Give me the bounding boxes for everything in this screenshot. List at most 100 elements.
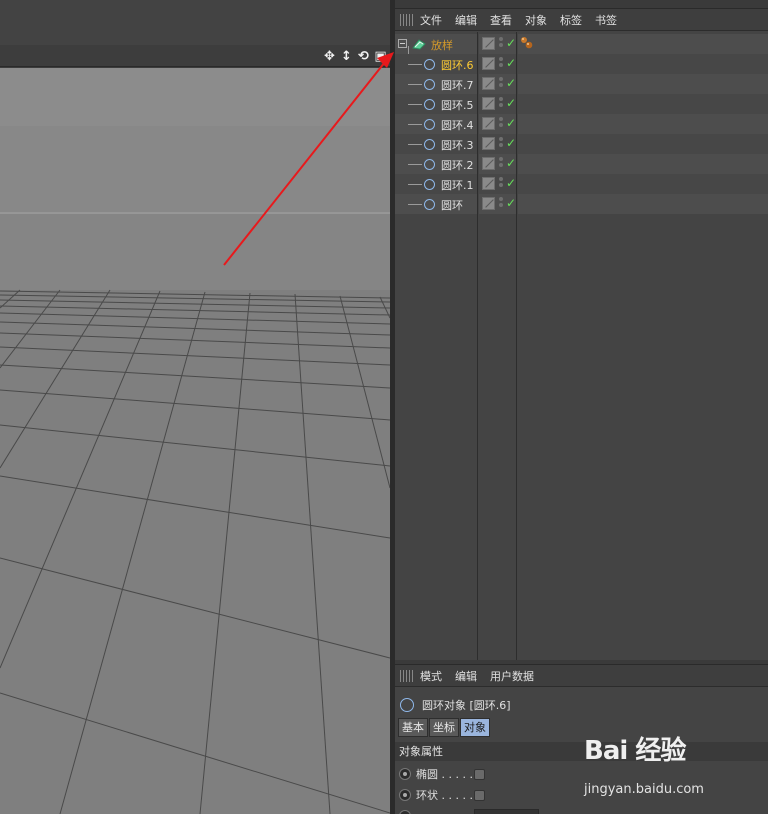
object-label: 圆环.1 bbox=[441, 179, 474, 192]
visibility-dots-icon[interactable] bbox=[499, 57, 504, 71]
radius-field[interactable] bbox=[474, 808, 539, 814]
am-object-title: 圆环对象 [圆环.6] bbox=[395, 694, 768, 716]
watermark-url: jingyan.baidu.com bbox=[584, 782, 704, 797]
layer-icon[interactable] bbox=[482, 37, 495, 50]
om-menubar: 文件 编辑 查看 对象 标签 书签 bbox=[395, 9, 768, 31]
object-flags-column: ✓ ✓ ✓ ✓ ✓ ✓ ✓ ✓ ✓ bbox=[479, 32, 517, 660]
menu-bookmarks[interactable]: 书签 bbox=[595, 12, 617, 28]
layer-icon[interactable] bbox=[482, 117, 495, 130]
enabled-check-icon[interactable]: ✓ bbox=[506, 156, 516, 170]
enabled-check-icon[interactable]: ✓ bbox=[506, 196, 516, 210]
circle-spline-icon bbox=[400, 698, 414, 712]
move-view-icon[interactable]: ✥ bbox=[322, 49, 337, 64]
c4d-window: ✥ ↕ ⟲ ▣ 文件 编辑 查看 对象 标签 书签 放样 圆环.6 圆环.7 圆… bbox=[0, 0, 768, 814]
visibility-dots-icon[interactable] bbox=[499, 157, 504, 171]
enabled-check-icon[interactable]: ✓ bbox=[506, 36, 516, 50]
menu-view[interactable]: 查看 bbox=[490, 12, 512, 28]
object-tags-column bbox=[518, 32, 768, 660]
object-row[interactable]: 圆环.6 bbox=[395, 54, 477, 74]
menu-edit[interactable]: 编辑 bbox=[455, 12, 477, 28]
enabled-check-icon[interactable]: ✓ bbox=[506, 136, 516, 150]
layer-icon[interactable] bbox=[482, 97, 495, 110]
viewport-header: ✥ ↕ ⟲ ▣ bbox=[0, 45, 390, 67]
flags-row: ✓ bbox=[479, 134, 516, 154]
object-label: 圆环.4 bbox=[441, 119, 474, 132]
am-title-text: 圆环对象 [圆环.6] bbox=[422, 699, 511, 712]
animation-radio-icon[interactable] bbox=[399, 789, 411, 801]
visibility-dots-icon[interactable] bbox=[499, 37, 504, 51]
object-row[interactable]: 圆环 bbox=[395, 194, 477, 214]
object-label: 圆环.3 bbox=[441, 139, 474, 152]
object-row[interactable]: 圆环.3 bbox=[395, 134, 477, 154]
tab-coordinates[interactable]: 坐标 bbox=[429, 718, 459, 737]
toggle-view-icon[interactable]: ▣ bbox=[373, 49, 388, 64]
am-tabs: 基本 坐标 对象 bbox=[398, 718, 490, 737]
circle-spline-icon bbox=[424, 59, 435, 70]
menu-mode[interactable]: 模式 bbox=[420, 668, 442, 684]
visibility-dots-icon[interactable] bbox=[499, 197, 504, 211]
grip-icon[interactable] bbox=[400, 669, 414, 682]
object-name-column: 放样 圆环.6 圆环.7 圆环.5 圆环.4 圆环.3 圆环.2 圆环.1 圆环 bbox=[395, 32, 478, 660]
layer-icon[interactable] bbox=[482, 57, 495, 70]
tab-object[interactable]: 对象 bbox=[460, 718, 490, 737]
tab-basic[interactable]: 基本 bbox=[398, 718, 428, 737]
menu-edit[interactable]: 编辑 bbox=[455, 668, 477, 684]
circle-spline-icon bbox=[424, 159, 435, 170]
object-row[interactable]: 圆环.5 bbox=[395, 94, 477, 114]
watermark: Bai 经验 jingyan.baidu.com bbox=[584, 730, 724, 800]
menu-tags[interactable]: 标签 bbox=[560, 12, 582, 28]
ellipse-checkbox[interactable] bbox=[474, 768, 485, 780]
object-label: 圆环 bbox=[441, 199, 463, 212]
viewport[interactable]: ✥ ↕ ⟲ ▣ bbox=[0, 0, 390, 814]
loft-icon bbox=[412, 39, 426, 50]
enabled-check-icon[interactable]: ✓ bbox=[506, 96, 516, 110]
flags-row: ✓ bbox=[479, 194, 516, 214]
prop-label: 环状 . . . . . bbox=[416, 789, 473, 802]
viewport-scene[interactable] bbox=[0, 68, 390, 814]
menu-objects[interactable]: 对象 bbox=[525, 12, 547, 28]
om-body: 放样 圆环.6 圆环.7 圆环.5 圆环.4 圆环.3 圆环.2 圆环.1 圆环… bbox=[395, 32, 768, 660]
visibility-dots-icon[interactable] bbox=[499, 177, 504, 191]
menu-file[interactable]: 文件 bbox=[420, 12, 442, 28]
layer-icon[interactable] bbox=[482, 137, 495, 150]
object-row[interactable]: 圆环.2 bbox=[395, 154, 477, 174]
enabled-check-icon[interactable]: ✓ bbox=[506, 176, 516, 190]
flags-row: ✓ bbox=[479, 114, 516, 134]
collapse-toggle-icon[interactable] bbox=[398, 39, 407, 48]
layer-icon[interactable] bbox=[482, 77, 495, 90]
circle-spline-icon bbox=[424, 199, 435, 210]
visibility-dots-icon[interactable] bbox=[499, 137, 504, 151]
animation-radio-icon[interactable] bbox=[399, 768, 411, 780]
object-label: 放样 bbox=[431, 39, 453, 52]
flags-row: ✓ bbox=[479, 174, 516, 194]
prop-ellipse: 椭圆 . . . . . bbox=[399, 765, 485, 783]
animation-radio-icon[interactable] bbox=[399, 810, 411, 814]
menu-user-data[interactable]: 用户数据 bbox=[490, 668, 534, 684]
object-row[interactable]: 圆环.1 bbox=[395, 174, 477, 194]
layer-icon[interactable] bbox=[482, 197, 495, 210]
object-manager: 文件 编辑 查看 对象 标签 书签 放样 圆环.6 圆环.7 圆环.5 圆环.4… bbox=[395, 8, 768, 660]
am-menubar: 模式 编辑 用户数据 bbox=[395, 665, 768, 687]
circle-spline-icon bbox=[424, 99, 435, 110]
object-label: 圆环.5 bbox=[441, 99, 474, 112]
ring-checkbox[interactable] bbox=[474, 789, 485, 801]
prop-label: 椭圆 . . . . . bbox=[416, 768, 473, 781]
enabled-check-icon[interactable]: ✓ bbox=[506, 116, 516, 130]
grip-icon[interactable] bbox=[400, 13, 414, 26]
enabled-check-icon[interactable]: ✓ bbox=[506, 56, 516, 70]
object-row[interactable]: 圆环.7 bbox=[395, 74, 477, 94]
circle-spline-icon bbox=[424, 179, 435, 190]
viewport-nav-icons: ✥ ↕ ⟲ ▣ bbox=[322, 45, 390, 67]
layer-icon[interactable] bbox=[482, 157, 495, 170]
zoom-view-icon[interactable]: ↕ bbox=[339, 49, 354, 64]
object-row[interactable]: 圆环.4 bbox=[395, 114, 477, 134]
visibility-dots-icon[interactable] bbox=[499, 117, 504, 131]
visibility-dots-icon[interactable] bbox=[499, 97, 504, 111]
layer-icon[interactable] bbox=[482, 177, 495, 190]
enabled-check-icon[interactable]: ✓ bbox=[506, 76, 516, 90]
visibility-dots-icon[interactable] bbox=[499, 77, 504, 91]
circle-spline-icon bbox=[424, 119, 435, 130]
rotate-view-icon[interactable]: ⟲ bbox=[356, 49, 371, 64]
object-label: 圆环.2 bbox=[441, 159, 474, 172]
material-tag-icon[interactable] bbox=[520, 36, 534, 50]
